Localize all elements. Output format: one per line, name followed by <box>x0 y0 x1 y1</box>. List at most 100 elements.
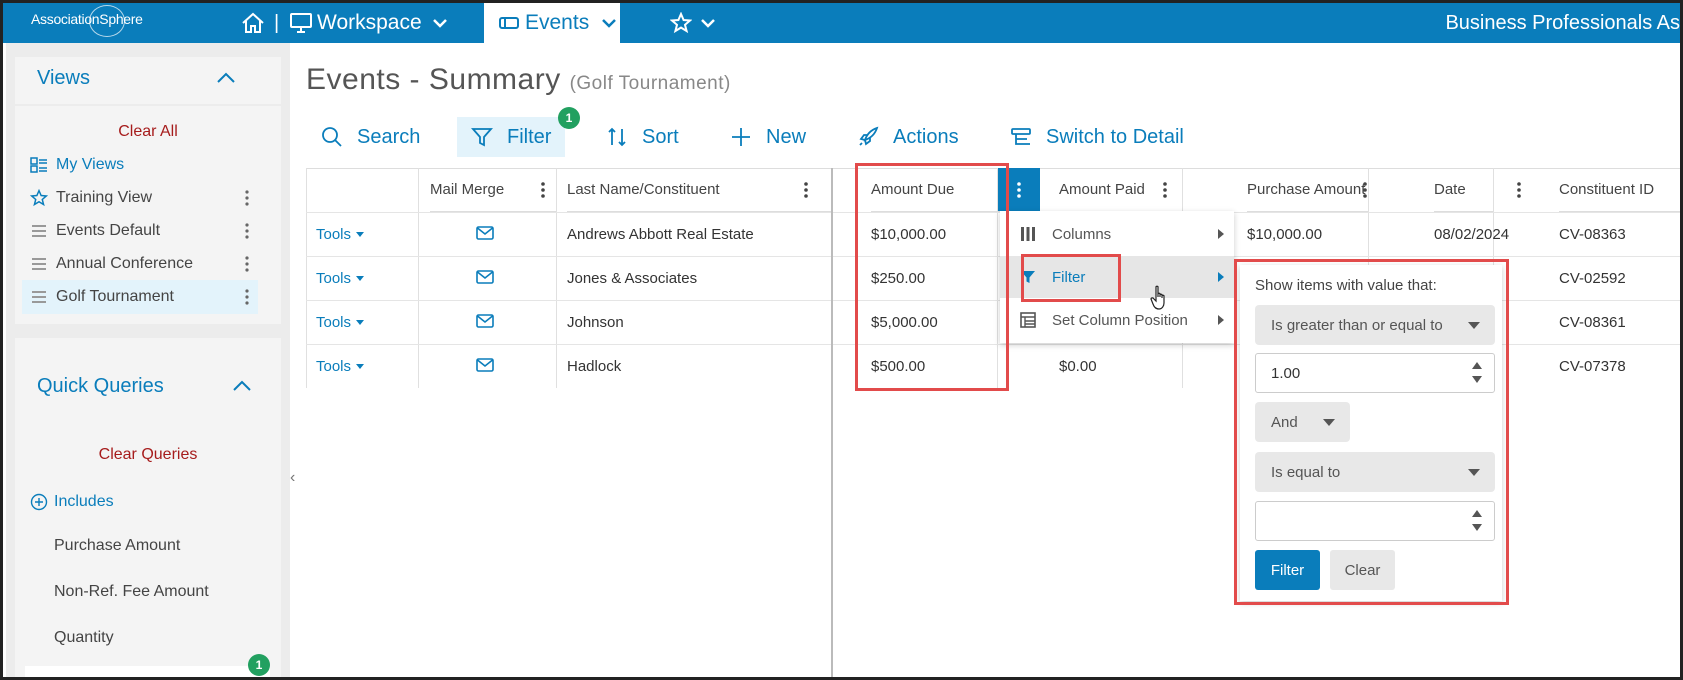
highlight-filter-panel <box>1234 259 1509 605</box>
more-vertical-icon <box>1017 181 1021 198</box>
switch-to-detail-button[interactable]: Switch to Detail <box>1010 117 1184 157</box>
view-training-view[interactable]: Training View <box>22 181 258 215</box>
star-icon <box>30 189 48 207</box>
envelope-icon[interactable] <box>476 314 494 328</box>
view-events-default[interactable]: Events Default <box>22 214 258 248</box>
grid-left-border <box>306 168 307 388</box>
amount-paid-cell[interactable]: $0.00 <box>1059 344 1097 388</box>
query-count-badge: 1 <box>248 654 270 676</box>
tools-dropdown[interactable]: Tools <box>316 256 364 300</box>
constituent-id-cell: CV-02592 <box>1559 269 1626 287</box>
chevron-up-icon[interactable] <box>217 69 235 87</box>
search-button[interactable]: Search <box>321 117 420 157</box>
highlight-filter-menu-item <box>1021 254 1121 302</box>
view-my-views[interactable]: My Views <box>22 148 258 182</box>
workspace-menu[interactable]: Workspace <box>289 3 448 43</box>
monitor-icon <box>290 13 312 33</box>
chevron-down-icon <box>432 19 447 28</box>
constituent-link[interactable]: Hadlock <box>567 344 621 388</box>
header-last-name-constituent[interactable]: Last Name/Constituent <box>567 168 831 212</box>
query-non-ref-fee-amount[interactable]: Non-Ref. Fee Amount <box>54 583 209 601</box>
column-menu-icon[interactable] <box>803 181 809 199</box>
views-title: Views <box>37 67 90 89</box>
header-purchase-amount[interactable]: Purchase Amount <box>1247 168 1368 212</box>
tools-dropdown[interactable]: Tools <box>316 300 364 344</box>
app-logo[interactable]: AssociationSphere <box>31 5 143 37</box>
events-menu[interactable]: Events <box>484 3 620 43</box>
quick-queries-title: Quick Queries <box>37 375 164 397</box>
more-vertical-icon[interactable] <box>244 255 250 273</box>
query-quantity[interactable]: Quantity <box>54 629 114 647</box>
page-subtitle: (Golf Tournament) <box>569 73 731 94</box>
chevron-up-icon[interactable] <box>233 377 251 395</box>
query-item-partial[interactable] <box>25 666 270 677</box>
submenu-arrow-icon <box>1218 315 1224 325</box>
header-mail-merge[interactable]: Mail Merge <box>430 168 556 212</box>
includes-toggle[interactable]: Includes <box>30 493 114 511</box>
frozen-columns-divider[interactable] <box>831 168 833 677</box>
grid-list-icon <box>30 157 47 173</box>
search-icon <box>322 127 342 147</box>
col-divider <box>556 168 557 388</box>
logo-globe-icon <box>89 5 125 37</box>
menu-item-set-column-position[interactable]: Set Column Position <box>1000 299 1234 341</box>
more-vertical-icon[interactable] <box>244 189 250 207</box>
plus-icon <box>732 128 750 146</box>
date-cell: 08/02/2024 <box>1434 225 1510 243</box>
envelope-icon[interactable] <box>476 358 494 372</box>
nav-separator: | <box>274 11 280 34</box>
header-amount-paid[interactable]: Amount Paid <box>1059 168 1182 212</box>
header-date[interactable]: Date <box>1434 168 1493 212</box>
layout-icon <box>1011 128 1031 145</box>
filter-button[interactable]: Filter <box>457 117 566 157</box>
envelope-icon[interactable] <box>476 226 494 240</box>
more-vertical-icon[interactable] <box>244 222 250 240</box>
actions-button[interactable]: Actions <box>857 117 959 157</box>
clear-all-link[interactable]: Clear All <box>15 123 281 141</box>
tools-dropdown[interactable]: Tools <box>316 212 364 256</box>
sort-button[interactable]: Sort <box>606 117 679 157</box>
header-constituent-id[interactable]: Constituent ID <box>1559 168 1680 212</box>
organization-name: Business Professionals As <box>1445 12 1680 34</box>
star-icon <box>670 12 692 34</box>
col-divider <box>418 168 419 388</box>
purchase-amount-cell[interactable]: $10,000.00 <box>1247 212 1322 256</box>
constituent-link[interactable]: Andrews Abbott Real Estate <box>567 212 754 256</box>
new-button[interactable]: New <box>730 117 806 157</box>
plus-circle-icon <box>30 493 48 511</box>
column-menu-icon[interactable] <box>1162 181 1168 199</box>
drag-handle-icon[interactable] <box>31 290 47 304</box>
hand-pointer-cursor-icon <box>1150 285 1165 310</box>
clear-queries-link[interactable]: Clear Queries <box>15 446 281 464</box>
tools-dropdown[interactable]: Tools <box>316 344 364 388</box>
view-annual-conference[interactable]: Annual Conference <box>22 247 258 281</box>
columns-icon <box>1021 227 1035 241</box>
sort-arrows-icon <box>608 127 626 147</box>
home-icon <box>242 12 264 33</box>
favorites-menu[interactable] <box>670 3 716 43</box>
page-title: Events - Summary (Golf Tournament) <box>306 63 731 96</box>
menu-item-columns[interactable]: Columns <box>1000 213 1234 255</box>
home-button[interactable] <box>241 3 265 43</box>
app-window: AssociationSphere | Workspace Events Bus… <box>0 0 1683 680</box>
ticket-icon <box>499 17 519 29</box>
submenu-arrow-icon <box>1218 272 1224 282</box>
constituent-link[interactable]: Johnson <box>567 300 624 344</box>
constituent-link[interactable]: Jones & Associates <box>567 256 697 300</box>
drag-handle-icon[interactable] <box>31 224 47 238</box>
constituent-id-cell: CV-08363 <box>1559 225 1626 243</box>
more-vertical-icon[interactable] <box>244 288 250 306</box>
view-golf-tournament[interactable]: Golf Tournament <box>22 280 258 314</box>
column-menu-icon[interactable] <box>1516 181 1522 199</box>
column-menu-icon[interactable] <box>540 181 546 199</box>
query-purchase-amount[interactable]: Purchase Amount <box>54 537 180 555</box>
envelope-icon[interactable] <box>476 270 494 284</box>
funnel-icon <box>471 128 493 147</box>
table-layout-icon <box>1020 312 1036 328</box>
highlight-amount-due-column <box>855 163 1009 391</box>
drag-handle-icon[interactable] <box>31 257 47 271</box>
top-navigation-bar: AssociationSphere | Workspace Events Bus… <box>3 3 1680 43</box>
rocket-icon <box>859 126 879 146</box>
collapse-sidebar-icon[interactable]: ‹ <box>290 469 295 487</box>
column-menu-icon[interactable] <box>1362 181 1368 199</box>
